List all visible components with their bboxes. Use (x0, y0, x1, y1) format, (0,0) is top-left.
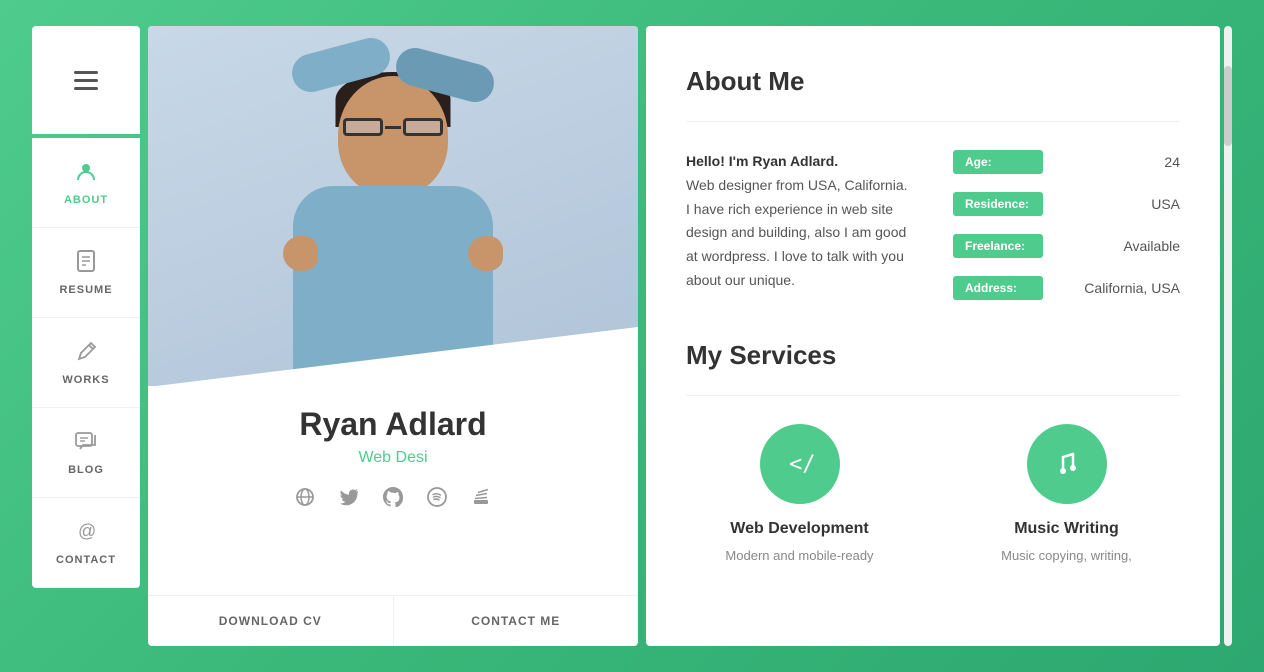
contact-nav-label: CONTACT (56, 554, 116, 566)
blog-nav-label: BLOG (68, 464, 104, 476)
about-nav-label: ABOUT (64, 194, 108, 206)
address-badge: Address: (953, 276, 1043, 300)
profile-name: Ryan Adlard (168, 406, 618, 443)
contact-me-button[interactable]: CONTACT ME (393, 596, 639, 646)
person-head (338, 76, 448, 196)
sidebar-item-contact[interactable]: @ CONTACT (32, 498, 140, 588)
detail-row-freelance: Freelance: Available (953, 234, 1180, 258)
profile-photo-area (148, 26, 638, 386)
download-cv-button[interactable]: DOWNLOAD CV (148, 596, 393, 646)
nav-items: ABOUT RESUME (32, 138, 140, 588)
hamburger-icon[interactable] (74, 71, 98, 90)
residence-badge: Residence: (953, 192, 1043, 216)
about-intro-text: Web designer from USA, California. I hav… (686, 177, 908, 288)
about-details: Age: 24 Residence: USA Freelance: Availa… (953, 150, 1180, 300)
age-badge: Age: (953, 150, 1043, 174)
svg-text:@: @ (78, 521, 96, 541)
about-section-title: About Me (686, 66, 1180, 97)
github-social-icon[interactable] (379, 483, 407, 511)
music-service-desc: Music copying, writing, (953, 546, 1180, 566)
sidebar-item-resume[interactable]: RESUME (32, 228, 140, 318)
sidebar-item-works[interactable]: WORKS (32, 318, 140, 408)
profile-info: Ryan Adlard Web Desi (148, 386, 638, 595)
residence-value: USA (1151, 196, 1180, 212)
hamburger-line-3 (74, 87, 98, 90)
detail-row-age: Age: 24 (953, 150, 1180, 174)
webdev-icon-circle: </> (760, 424, 840, 504)
detail-row-residence: Residence: USA (953, 192, 1180, 216)
address-value: California, USA (1084, 280, 1180, 296)
service-item-music: Music Writing Music copying, writing, (953, 424, 1180, 566)
services-grid: </> Web Development Modern and mobile-re… (686, 424, 1180, 566)
age-value: 24 (1164, 154, 1180, 170)
hamburger-line-2 (74, 79, 98, 82)
works-nav-label: WORKS (62, 374, 109, 386)
person-icon (75, 160, 97, 188)
service-item-webdev: </> Web Development Modern and mobile-re… (686, 424, 913, 566)
services-section-title: My Services (686, 340, 1180, 371)
about-paragraph: Hello! I'm Ryan Adlard. Web designer fro… (686, 150, 913, 293)
contact-icon: @ (75, 520, 97, 548)
profile-figure (253, 46, 533, 386)
content-panel: About Me Hello! I'm Ryan Adlard. Web des… (646, 26, 1220, 646)
sidebar-item-blog[interactable]: BLOG (32, 408, 140, 498)
profile-card: Ryan Adlard Web Desi (148, 26, 638, 646)
scroll-thumb[interactable] (1224, 66, 1232, 146)
services-divider (686, 395, 1180, 396)
works-icon (76, 340, 96, 368)
fist-right (468, 236, 503, 271)
main-wrapper: ABOUT RESUME (32, 26, 1232, 646)
about-text: Hello! I'm Ryan Adlard. Web designer fro… (686, 150, 913, 300)
about-divider (686, 121, 1180, 122)
profile-actions: DOWNLOAD CV CONTACT ME (148, 595, 638, 646)
resume-icon (76, 250, 96, 278)
freelance-badge: Freelance: (953, 234, 1043, 258)
social-icons (168, 483, 618, 511)
webdev-service-desc: Modern and mobile-ready (686, 546, 913, 566)
twitter-social-icon[interactable] (335, 483, 363, 511)
music-icon-circle (1027, 424, 1107, 504)
freelance-value: Available (1123, 238, 1180, 254)
services-section: My Services </> Web Development Modern a… (686, 340, 1180, 566)
icon-sidebar: ABOUT RESUME (32, 26, 140, 646)
detail-row-address: Address: California, USA (953, 276, 1180, 300)
svg-text:</>: </> (789, 452, 816, 477)
spotify-social-icon[interactable] (423, 483, 451, 511)
webdev-service-name: Web Development (686, 520, 913, 538)
fist-left (283, 236, 318, 271)
resume-nav-label: RESUME (59, 284, 112, 296)
stack-social-icon[interactable] (467, 483, 495, 511)
about-intro-bold: Hello! I'm Ryan Adlard. (686, 153, 838, 169)
hamburger-line-1 (74, 71, 98, 74)
music-service-name: Music Writing (953, 520, 1180, 538)
hamburger-menu[interactable] (32, 26, 140, 134)
scrollbar[interactable] (1224, 26, 1232, 646)
sidebar-item-about[interactable]: ABOUT (32, 138, 140, 228)
about-content: Hello! I'm Ryan Adlard. Web designer fro… (686, 150, 1180, 300)
globe-social-icon[interactable] (291, 483, 319, 511)
profile-title: Web Desi (168, 449, 618, 467)
blog-icon (75, 430, 97, 458)
